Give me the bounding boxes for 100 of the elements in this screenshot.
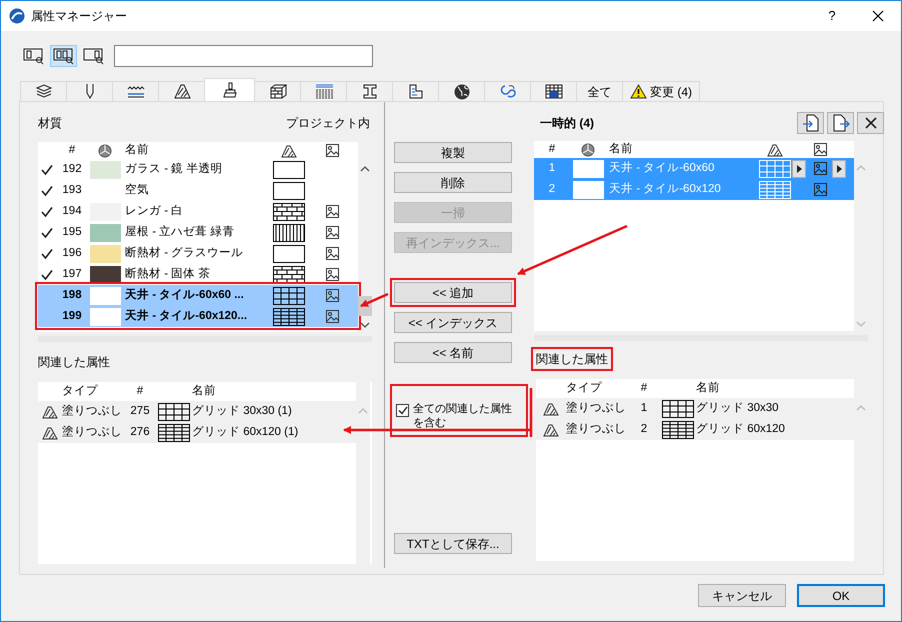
material-name: 天井 - タイル-60x120 <box>608 182 722 197</box>
list-row[interactable]: 197 断熱材 - 固体 茶 <box>38 264 358 285</box>
tab[interactable] <box>392 81 439 101</box>
warning-icon <box>630 84 647 99</box>
include-related-checkbox[interactable]: 全ての関連した属性を含む <box>394 400 524 433</box>
material-name: 天井 - タイル-60x60 ... <box>124 287 245 303</box>
fill-name: グリッド 30x30 <box>696 400 780 416</box>
scroll-up-icon <box>358 408 368 414</box>
action-button[interactable]: 複製 <box>394 142 512 163</box>
section-label: 関連した属性 <box>37 354 111 371</box>
tab[interactable] <box>346 81 393 101</box>
submenu-button[interactable] <box>792 160 806 178</box>
fill-icon <box>281 144 297 158</box>
list-row[interactable]: 193 空気 <box>38 180 358 201</box>
fill-type: 塗りつぶし <box>62 424 123 440</box>
right-panel-view-icon <box>83 48 104 64</box>
dialog-button[interactable]: キャンセル <box>698 584 786 607</box>
row-number: 2 <box>640 422 648 437</box>
scroll-down-icon <box>856 321 866 327</box>
swirl-icon <box>498 83 516 100</box>
stripes-icon <box>314 83 332 100</box>
tab[interactable] <box>438 81 485 101</box>
triangle-icon <box>836 164 842 172</box>
scroll-up-icon <box>856 165 866 171</box>
view-button[interactable] <box>50 45 77 67</box>
export-file-icon <box>832 114 850 132</box>
row-number: 193 <box>61 182 83 198</box>
scroll-up-icon <box>856 405 866 411</box>
tab[interactable] <box>20 81 67 101</box>
column-header: 名前 <box>696 380 721 396</box>
dialog-button[interactable]: OK <box>797 584 885 607</box>
material-name: 断熱材 - グラスウール <box>124 246 244 261</box>
tab[interactable] <box>300 81 347 101</box>
save-txt-button[interactable]: TXTとして保存... <box>394 533 512 554</box>
fill-name: グリッド 30x30 (1) <box>192 404 293 419</box>
export-button[interactable] <box>827 112 854 134</box>
import-file-icon <box>802 114 820 132</box>
action-button[interactable]: << 追加 <box>394 282 512 303</box>
app-logo-icon <box>9 8 25 24</box>
texture-icon <box>324 143 340 158</box>
column-header: # <box>68 143 76 158</box>
row-number: 197 <box>61 266 83 282</box>
scroll-down-icon <box>360 322 370 328</box>
scope-label: プロジェクト内 <box>286 115 370 132</box>
clear-button[interactable] <box>857 112 884 134</box>
column-header: タイプ <box>566 380 603 396</box>
tab[interactable] <box>204 78 255 101</box>
checkmark-icon <box>398 406 408 415</box>
fill-type: 塗りつぶし <box>566 400 627 416</box>
brick-cube-icon <box>268 83 286 100</box>
fill-icon <box>767 142 783 157</box>
help-button[interactable]: ? <box>809 6 855 26</box>
column-header: 名前 <box>192 384 217 399</box>
tab[interactable] <box>158 81 205 101</box>
two-panel-view-icon <box>53 48 74 64</box>
list-row[interactable]: 195 屋根 - 立ハゼ葺 緑青 <box>38 222 358 243</box>
column-header: # <box>136 384 144 399</box>
column-header: # <box>548 142 556 157</box>
action-button[interactable]: << インデックス <box>394 312 512 333</box>
tab[interactable] <box>254 81 301 101</box>
row-number: 2 <box>548 182 556 197</box>
grid-icon <box>544 83 562 100</box>
material-name: 空気 <box>124 182 150 198</box>
tab[interactable]: 変更 (4) <box>622 81 700 101</box>
list-row[interactable]: 194 レンガ - 白 <box>38 201 358 222</box>
hatch-icon <box>543 402 559 416</box>
column-header: 名前 <box>608 142 634 157</box>
panel-title: 材質 <box>38 115 62 132</box>
tab[interactable] <box>66 81 113 101</box>
material-name: レンガ - 白 <box>124 204 184 219</box>
tab[interactable] <box>530 81 577 101</box>
row-number: 195 <box>61 224 83 240</box>
floor-plan-icon <box>406 83 424 100</box>
search-field[interactable] <box>114 45 373 67</box>
material-name: 天井 - タイル-60x120... <box>124 308 248 324</box>
list-row[interactable]: 192 ガラス - 鏡 半透明 <box>38 159 358 180</box>
globe-icon <box>452 83 470 100</box>
row-number: 198 <box>61 288 83 303</box>
list-row[interactable]: 196 断熱材 - グラスウール <box>38 243 358 264</box>
action-button[interactable]: << 名前 <box>394 342 512 363</box>
list-row[interactable]: 199 天井 - タイル-60x120... <box>38 306 358 327</box>
fill-type: 塗りつぶし <box>566 422 627 437</box>
action-button[interactable]: 削除 <box>394 172 512 193</box>
fill-name: グリッド 60x120 (1) <box>192 424 300 440</box>
triangle-icon <box>796 164 802 172</box>
column-header: タイプ <box>62 383 99 399</box>
column-header: # <box>640 380 648 396</box>
column-header: 名前 <box>124 142 150 158</box>
import-button[interactable] <box>797 112 824 134</box>
layers-icon <box>34 83 52 100</box>
row-number: 276 <box>129 424 151 440</box>
hatch-icon <box>42 404 58 418</box>
brush-icon <box>220 82 238 98</box>
hatch-icon <box>172 83 190 100</box>
material-name: ガラス - 鏡 半透明 <box>124 162 224 177</box>
list-row[interactable]: 198 天井 - タイル-60x60 ... <box>38 285 358 306</box>
row-number: 192 <box>61 162 83 177</box>
close-icon <box>872 10 884 22</box>
row-number: 194 <box>61 204 83 219</box>
submenu-button[interactable] <box>832 160 846 178</box>
